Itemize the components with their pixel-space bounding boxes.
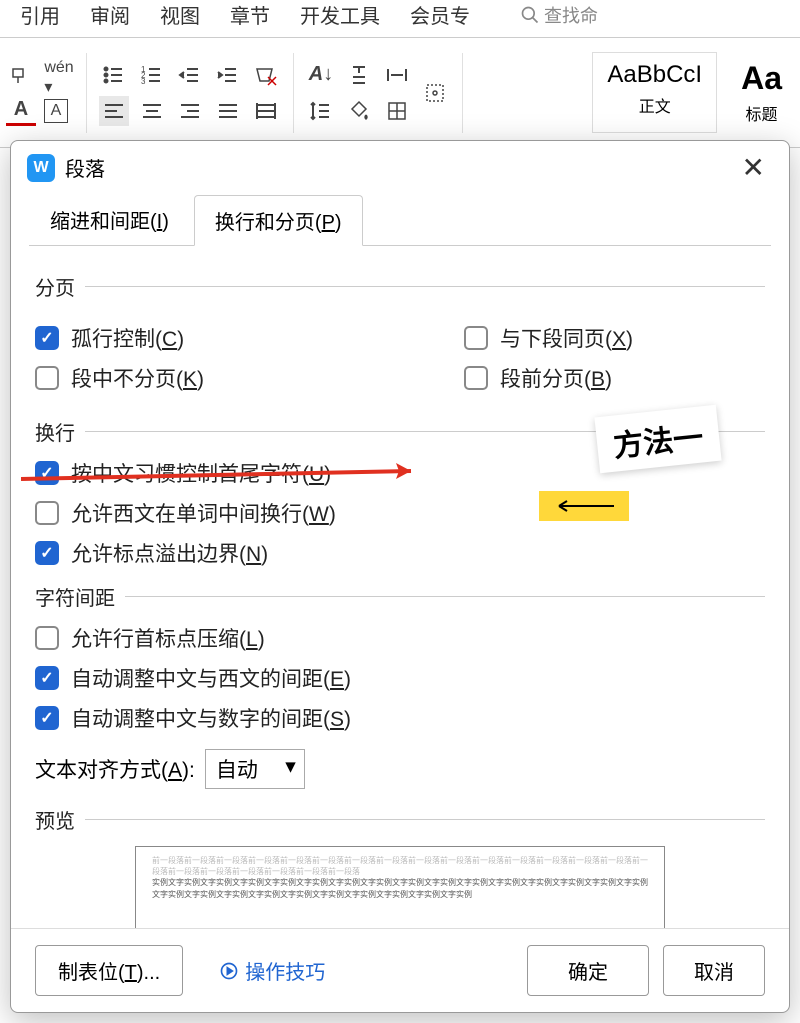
- line-spacing-icon[interactable]: [306, 96, 336, 126]
- increase-indent-icon[interactable]: [213, 60, 243, 90]
- decrease-indent-icon[interactable]: [175, 60, 205, 90]
- shading-icon[interactable]: [344, 96, 374, 126]
- ribbon-tab[interactable]: 视图: [160, 0, 200, 29]
- play-circle-icon: [219, 961, 239, 981]
- tab-icon[interactable]: [382, 60, 412, 90]
- numbered-list-icon[interactable]: 123: [137, 60, 167, 90]
- bullet-list-icon[interactable]: [99, 60, 129, 90]
- text-alignment-select[interactable]: 自动: [205, 749, 305, 789]
- check-page-break-before[interactable]: 段前分页(B): [464, 363, 633, 393]
- section-pagination: 分页: [35, 272, 765, 301]
- ok-button[interactable]: 确定: [527, 945, 649, 996]
- section-preview: 预览: [35, 805, 765, 834]
- style-heading[interactable]: Aa 标题: [727, 52, 796, 133]
- align-distribute-icon[interactable]: [251, 96, 281, 126]
- check-hanging-punctuation[interactable]: 允许标点溢出边界(N): [35, 538, 765, 568]
- check-cjk-number-spacing[interactable]: 自动调整中文与数字的间距(S): [35, 703, 765, 733]
- preview-box: 前一段落前一段落前一段落前一段落前一段落前一段落前一段落前一段落前一段落前一段落…: [135, 846, 665, 928]
- annotation-arrow-yellow: [539, 491, 629, 521]
- check-latin-word-wrap[interactable]: 允许西文在单词中间换行(W): [35, 498, 765, 528]
- text-direction-icon[interactable]: A↓: [306, 60, 336, 90]
- text-alignment-label: 文本对齐方式(A):: [35, 754, 195, 784]
- ribbon-tab[interactable]: 引用: [20, 0, 60, 29]
- align-center-icon[interactable]: [137, 96, 167, 126]
- ribbon-tab[interactable]: 章节: [230, 0, 270, 29]
- borders-icon[interactable]: [382, 96, 412, 126]
- align-justify-icon[interactable]: [213, 96, 243, 126]
- check-cjk-latin-spacing[interactable]: 自动调整中文与西文的间距(E): [35, 663, 765, 693]
- check-orphan-control[interactable]: 孤行控制(C): [35, 323, 204, 353]
- ribbon-tab[interactable]: 审阅: [90, 0, 130, 29]
- wps-logo-icon: W: [27, 154, 55, 182]
- check-keep-with-next[interactable]: 与下段同页(X): [464, 323, 633, 353]
- ribbon-tab[interactable]: 会员专: [410, 0, 470, 29]
- tab-line-page-breaks[interactable]: 换行和分页(P): [194, 195, 363, 246]
- settings-icon[interactable]: [420, 78, 450, 108]
- dialog-title: 段落: [65, 153, 105, 182]
- tab-indent-spacing[interactable]: 缩进和间距(I): [29, 194, 190, 245]
- close-button[interactable]: ✕: [734, 151, 773, 184]
- ribbon-tabs: 引用 审阅 视图 章节 开发工具 会员专 查找命: [0, 0, 800, 38]
- check-compress-punctuation[interactable]: 允许行首标点压缩(L): [35, 623, 765, 653]
- tips-button[interactable]: 操作技巧: [197, 945, 347, 996]
- paragraph-spacing-icon[interactable]: [344, 60, 374, 90]
- ribbon-tab[interactable]: 开发工具: [300, 0, 380, 29]
- paragraph-dialog: W 段落 ✕ 缩进和间距(I) 换行和分页(P) 分页 孤行控制(C) 段中不分…: [10, 140, 790, 1013]
- style-gallery: AaBbCcI 正文 Aa 标题: [572, 52, 796, 133]
- font-color-icon[interactable]: A: [6, 96, 36, 126]
- search-icon: [520, 5, 540, 25]
- character-border-icon[interactable]: A: [44, 99, 68, 123]
- phonetic-guide-icon[interactable]: wén▾: [44, 63, 74, 93]
- svg-text:3: 3: [141, 77, 146, 86]
- tabs-button[interactable]: 制表位(T)...: [35, 945, 183, 996]
- align-right-icon[interactable]: [175, 96, 205, 126]
- format-painter-icon[interactable]: [6, 60, 36, 90]
- clear-format-icon[interactable]: [251, 60, 281, 90]
- section-char-spacing: 字符间距: [35, 582, 765, 611]
- style-normal[interactable]: AaBbCcI 正文: [592, 52, 717, 133]
- search-area[interactable]: 查找命: [520, 0, 598, 29]
- ribbon-toolbar: A wén▾ A 123 A↓ AaBbCcI: [0, 38, 800, 148]
- check-keep-lines-together[interactable]: 段中不分页(K): [35, 363, 204, 393]
- cancel-button[interactable]: 取消: [663, 945, 765, 996]
- align-left-icon[interactable]: [99, 96, 129, 126]
